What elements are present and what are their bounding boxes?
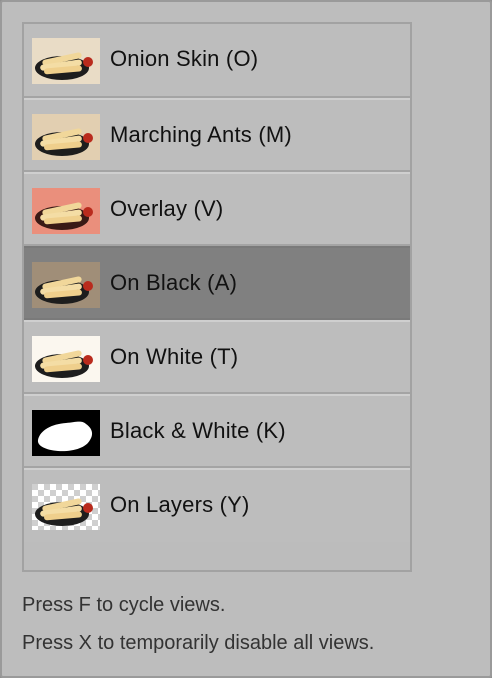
food-thumbnail-icon bbox=[32, 336, 100, 382]
view-item-label: Overlay (V) bbox=[110, 196, 224, 221]
food-overlay-thumbnail-icon bbox=[32, 188, 100, 234]
food-thumbnail-icon bbox=[32, 38, 100, 84]
view-mode-list: Onion Skin (O) Marching Ants (M) Overlay… bbox=[22, 22, 412, 572]
view-item-black-and-white[interactable]: Black & White (K) bbox=[24, 394, 410, 468]
view-item-label: On White (T) bbox=[110, 344, 239, 369]
view-item-on-white[interactable]: On White (T) bbox=[24, 320, 410, 394]
help-text-disable: Press X to temporarily disable all views… bbox=[22, 632, 375, 654]
mask-thumbnail-icon bbox=[32, 410, 100, 456]
food-transparency-thumbnail-icon bbox=[32, 484, 100, 530]
view-item-label: Marching Ants (M) bbox=[110, 122, 292, 147]
view-item-label: On Black (A) bbox=[110, 270, 238, 295]
view-item-on-layers[interactable]: On Layers (Y) bbox=[24, 468, 410, 542]
view-item-marching-ants[interactable]: Marching Ants (M) bbox=[24, 98, 410, 172]
view-item-onion-skin[interactable]: Onion Skin (O) bbox=[24, 24, 410, 98]
food-thumbnail-icon bbox=[32, 262, 100, 308]
view-item-label: Black & White (K) bbox=[110, 418, 286, 443]
view-item-label: On Layers (Y) bbox=[110, 492, 250, 517]
view-item-overlay[interactable]: Overlay (V) bbox=[24, 172, 410, 246]
food-thumbnail-icon bbox=[32, 114, 100, 160]
help-text-cycle: Press F to cycle views. bbox=[22, 594, 226, 616]
view-item-label: Onion Skin (O) bbox=[110, 46, 259, 71]
view-mode-panel: Onion Skin (O) Marching Ants (M) Overlay… bbox=[0, 0, 492, 678]
view-item-on-black[interactable]: On Black (A) bbox=[24, 246, 410, 320]
